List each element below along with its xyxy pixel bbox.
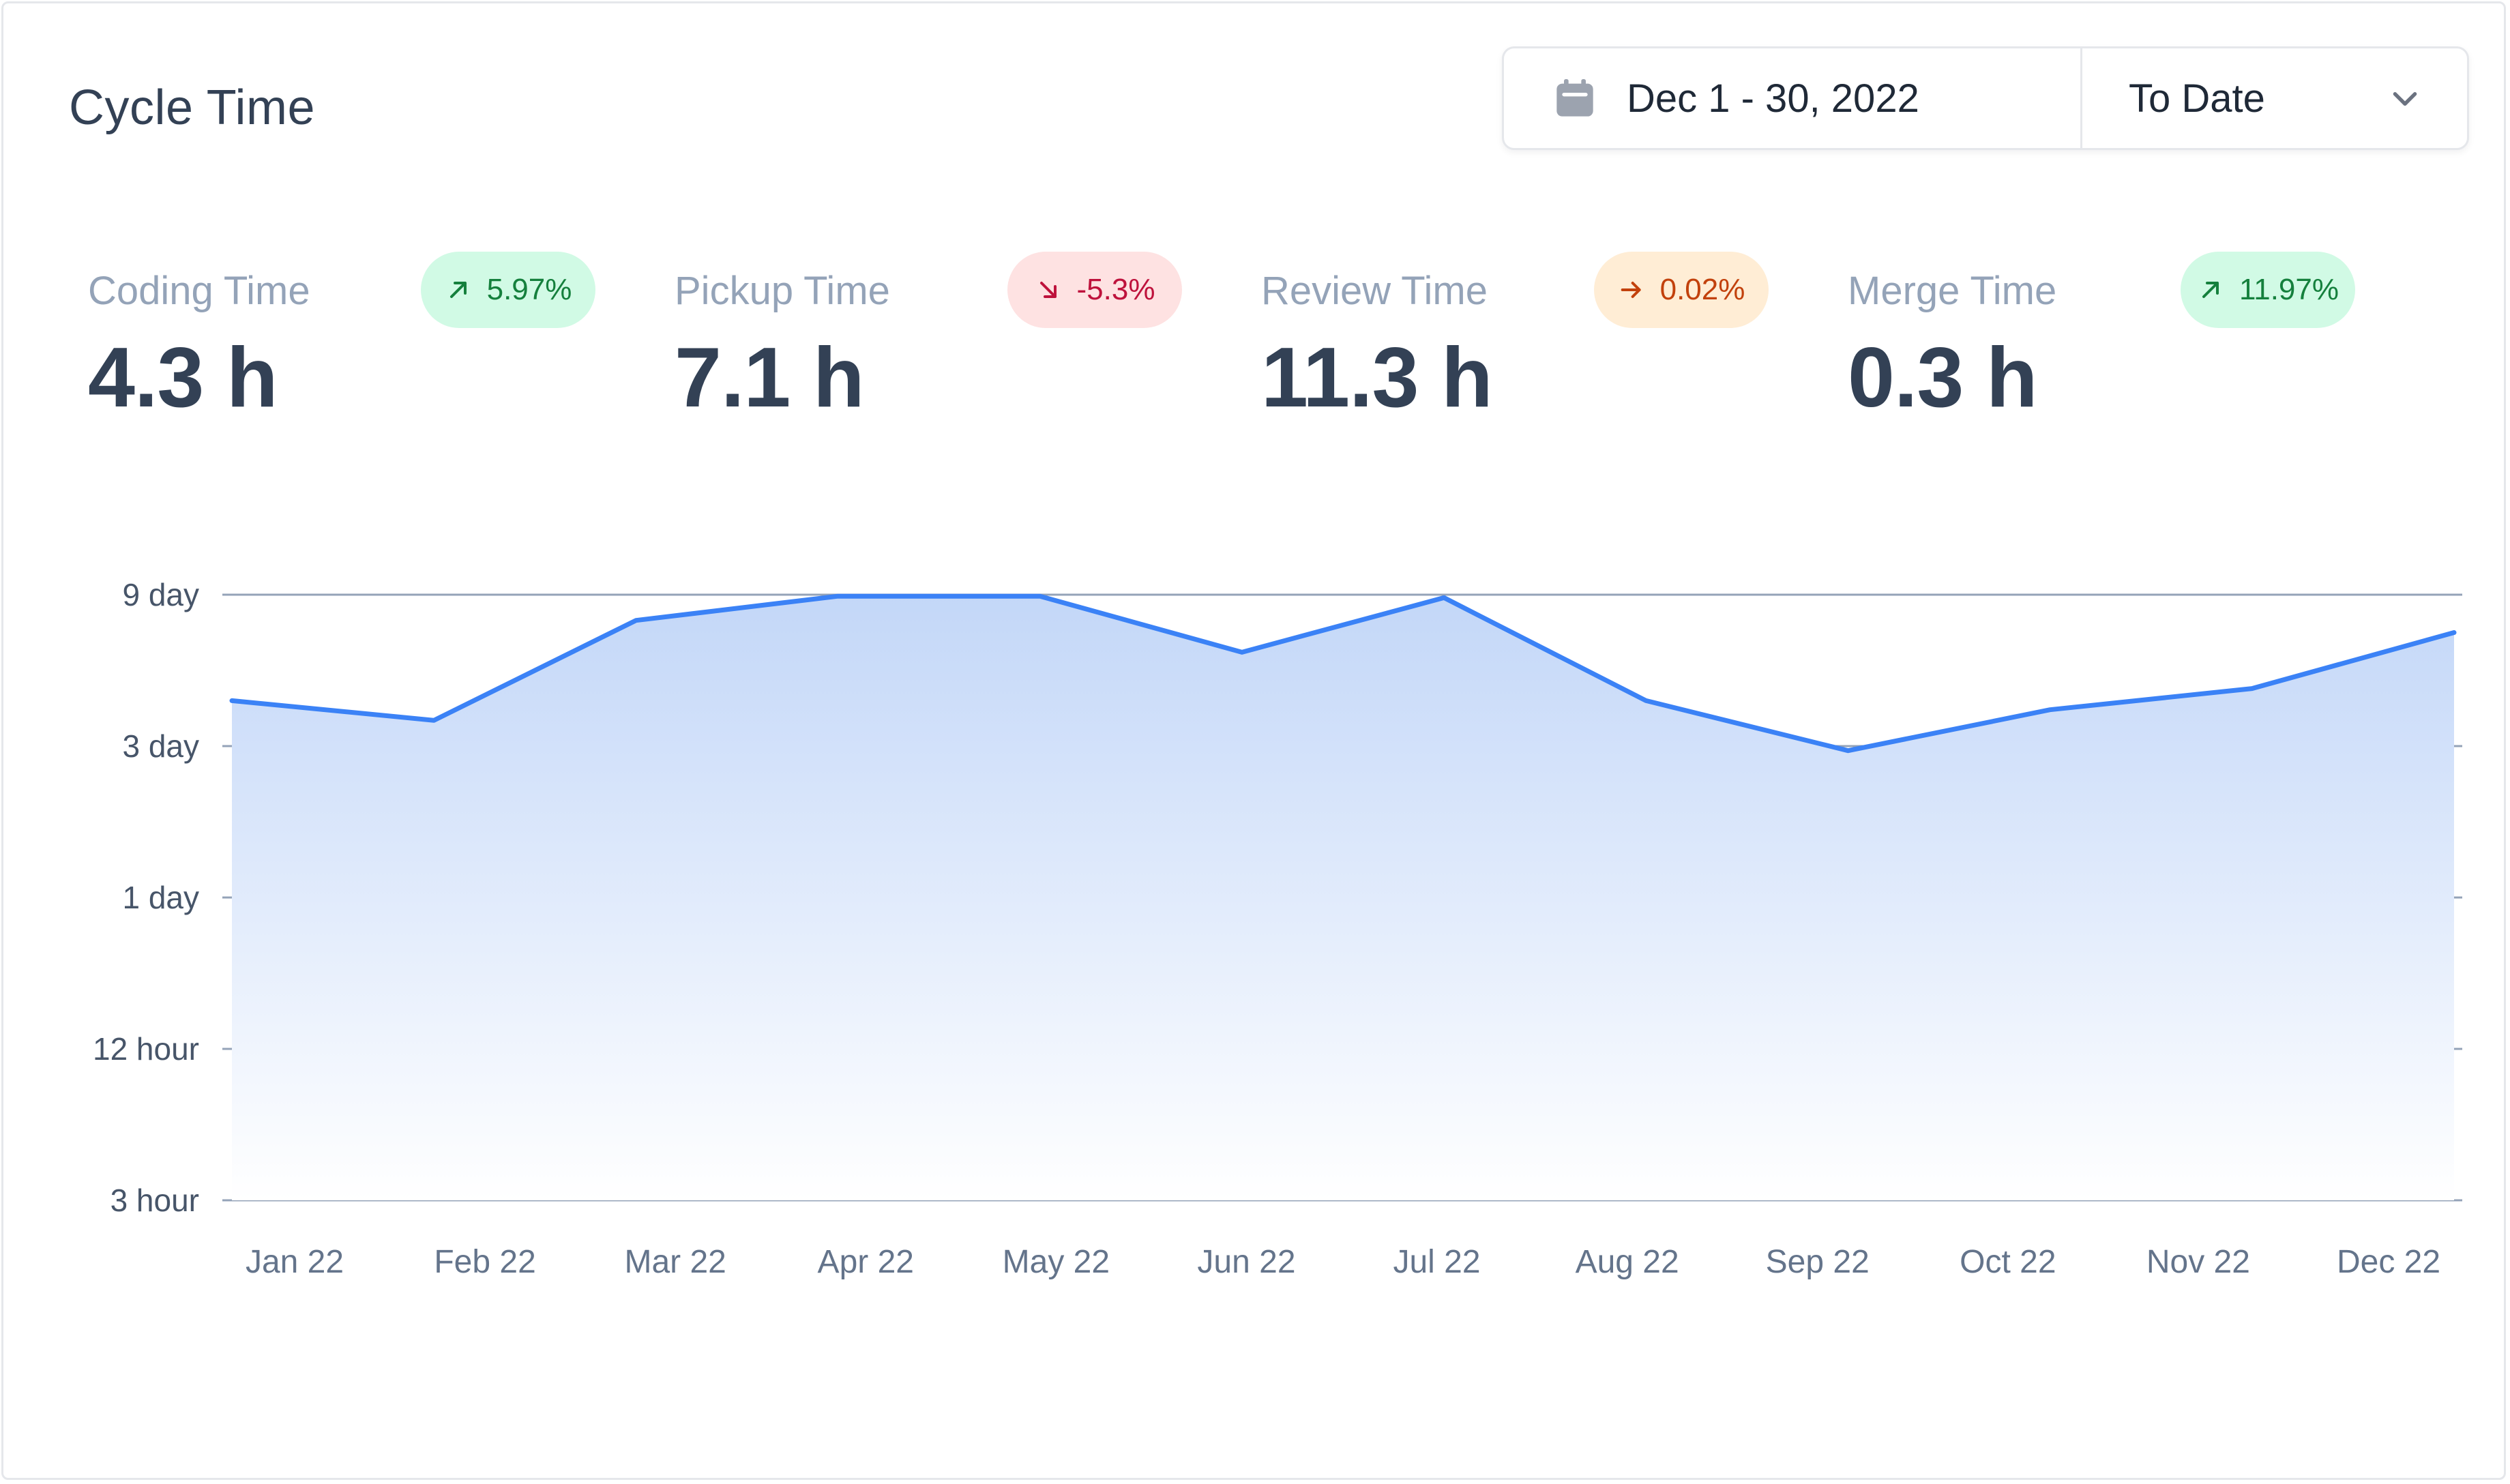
arrow-up-right-icon	[449, 282, 467, 298]
chevron-down-icon	[2393, 92, 2417, 106]
arrow-right-icon	[1621, 282, 1641, 298]
metric-pickup-time: Pickup Time 7.1 h -5.3%	[675, 249, 1193, 426]
cycle-time-card: Cycle Time Dec 1 - 30, 2022 To Date Codi…	[1, 1, 2506, 1480]
trend-badge: 5.97%	[421, 252, 595, 328]
trend-value: 5.97%	[486, 273, 572, 306]
trend-badge: 0.02%	[1594, 252, 1769, 328]
card-title: Cycle Time	[69, 80, 316, 135]
period-label: To Date	[2129, 76, 2265, 121]
calendar-icon	[1556, 79, 1593, 117]
metric-merge-time: Merge Time 0.3 h 11.97%	[1848, 249, 2366, 426]
date-range-label: Dec 1 - 30, 2022	[1627, 76, 1919, 121]
metric-review-time: Review Time 11.3 h 0.02%	[1261, 249, 1780, 426]
metric-value: 4.3 h	[88, 331, 278, 425]
arrow-up-right-icon	[2202, 282, 2219, 298]
metric-value: 11.3 h	[1261, 331, 1493, 425]
trend-badge: -5.3%	[1007, 252, 1182, 328]
period-select[interactable]: To Date	[2082, 48, 2467, 148]
metric-coding-time: Coding Time 4.3 h 5.97%	[88, 249, 606, 426]
date-range-button[interactable]: Dec 1 - 30, 2022	[1504, 48, 2082, 148]
trend-value: 0.02%	[1659, 273, 1745, 306]
trend-badge: 11.97%	[2181, 252, 2355, 328]
metric-label: Pickup Time	[675, 269, 890, 313]
metric-label: Review Time	[1261, 269, 1488, 313]
trend-value: 11.97%	[2239, 273, 2339, 306]
metric-label: Coding Time	[88, 269, 310, 313]
metric-value: 7.1 h	[675, 331, 865, 425]
trend-value: -5.3%	[1076, 273, 1155, 306]
arrow-down-right-icon	[1039, 282, 1057, 298]
metric-value: 0.3 h	[1848, 331, 2038, 425]
metric-label: Merge Time	[1848, 269, 2057, 313]
date-picker: Dec 1 - 30, 2022 To Date	[1502, 46, 2469, 150]
